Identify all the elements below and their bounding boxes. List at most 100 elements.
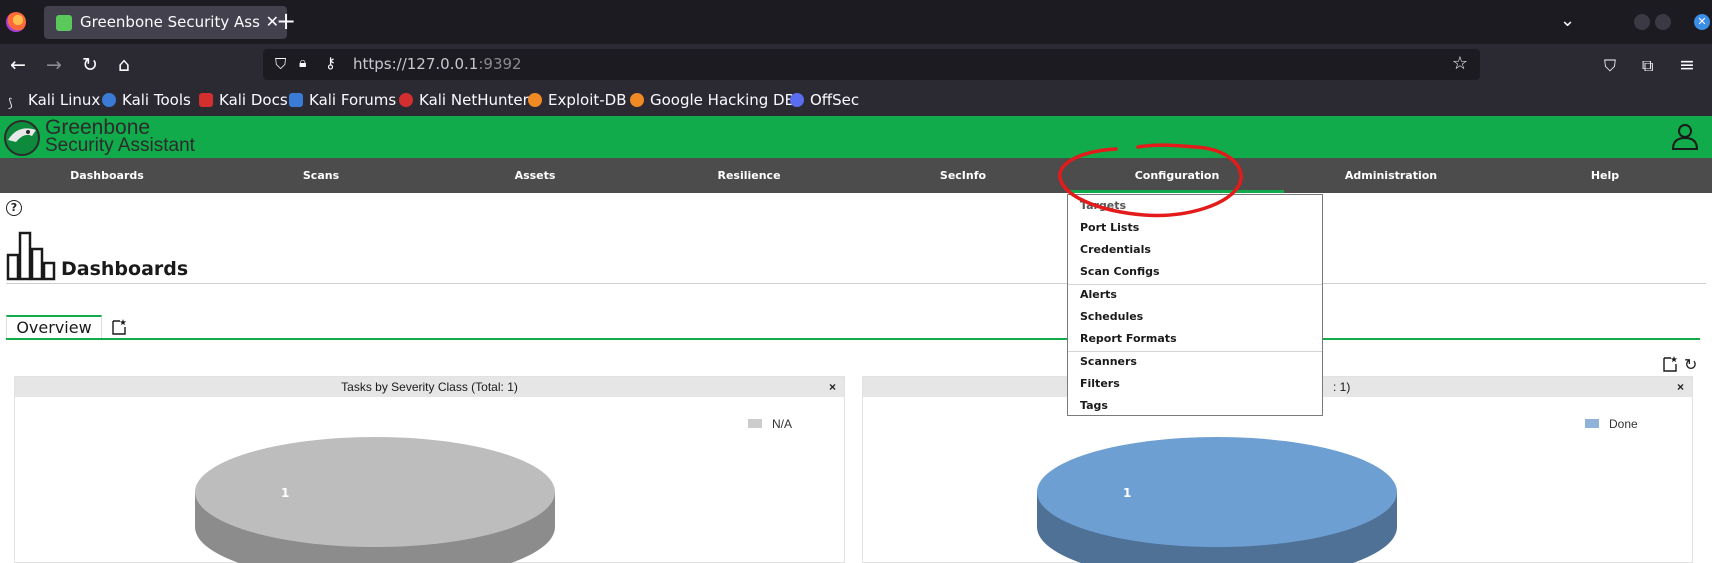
title-divider <box>6 283 1706 284</box>
key-icon[interactable]: ⚷ <box>325 54 336 72</box>
dropdown-item-schedules[interactable]: Schedules <box>1080 310 1143 323</box>
nethunter-icon <box>399 93 413 107</box>
menu-dashboards[interactable]: Dashboards <box>0 158 214 193</box>
dropdown-item-filters[interactable]: Filters <box>1080 377 1120 390</box>
dropdown-item-tags[interactable]: Tags <box>1080 399 1108 412</box>
pocket-icon[interactable]: ⛉ <box>1604 56 1616 76</box>
panel-title: Tasks by Severity Class (Total: 1) <box>341 380 518 394</box>
pie-slice-label: 1 <box>1123 486 1132 500</box>
bookmark-label: Google Hacking DB <box>650 91 795 109</box>
user-menu-icon[interactable] <box>1670 121 1700 151</box>
list-all-tabs-chevron-icon[interactable]: ⌄ <box>1560 10 1575 31</box>
offsec-icon <box>790 93 804 107</box>
menu-secinfo[interactable]: SecInfo <box>856 158 1070 193</box>
dropdown-item-scanners[interactable]: Scanners <box>1080 355 1137 368</box>
home-icon[interactable]: ⌂ <box>118 54 130 76</box>
exploit-db-icon <box>528 93 542 107</box>
browser-tab-gsa[interactable]: Greenbone Security Assistant ✕ <box>44 6 287 39</box>
greenbone-logo-icon[interactable] <box>2 118 42 156</box>
bookmark-google-hacking-db[interactable]: Google Hacking DB <box>630 91 795 109</box>
pie-chart-na[interactable] <box>193 435 557 563</box>
bookmarks-toolbar: ⟆ Kali Linux Kali Tools Kali Docs Kali Fo… <box>0 86 1712 116</box>
dropdown-separator <box>1068 284 1322 285</box>
url-port: :9392 <box>478 55 522 73</box>
menu-configuration[interactable]: Configuration <box>1070 158 1284 193</box>
kali-docs-icon <box>199 93 213 107</box>
minimize-window-icon[interactable] <box>1634 14 1650 30</box>
bookmark-kali-tools[interactable]: Kali Tools <box>102 91 191 109</box>
new-tab-icon[interactable]: + <box>276 9 296 33</box>
menu-hamburger-icon[interactable]: ≡ <box>1679 54 1695 76</box>
main-menu-bar: Dashboards Scans Assets Resilience SecIn… <box>0 158 1712 193</box>
menu-assets[interactable]: Assets <box>428 158 642 193</box>
page-title: Dashboards <box>61 258 189 280</box>
gsa-favicon-icon <box>56 15 72 31</box>
bookmark-offsec[interactable]: OffSec <box>790 91 859 109</box>
chart-legend: N/A <box>748 417 792 431</box>
dropdown-item-alerts[interactable]: Alerts <box>1080 288 1117 301</box>
reload-icon[interactable]: ↻ <box>82 54 98 76</box>
bookmark-label: Kali Docs <box>219 91 288 109</box>
help-icon[interactable]: ? <box>6 200 22 216</box>
back-arrow-icon[interactable]: ← <box>10 54 26 76</box>
new-dashboard-icon[interactable] <box>111 318 127 336</box>
menu-administration[interactable]: Administration <box>1284 158 1498 193</box>
browser-nav-bar: ← → ↻ ⌂ ⛉ 🔒︎ ⚷ https://127.0.0.1:9392 ☆ … <box>0 44 1712 86</box>
bookmark-kali-nethunter[interactable]: Kali NetHunter <box>399 91 529 109</box>
ghdb-icon <box>630 93 644 107</box>
reset-dashboard-icon[interactable]: ↻ <box>1684 355 1697 374</box>
close-window-icon[interactable]: ✕ <box>1694 14 1710 30</box>
configuration-dropdown: Targets Port Lists Credentials Scan Conf… <box>1067 194 1323 416</box>
maximize-window-icon[interactable] <box>1655 14 1671 30</box>
url-text[interactable]: https://127.0.0.1:9392 <box>353 55 522 73</box>
bookmark-label: Kali Forums <box>309 91 397 109</box>
forward-arrow-icon[interactable]: → <box>46 54 62 76</box>
panel-close-icon[interactable]: × <box>1677 377 1684 397</box>
kali-forums-icon <box>289 93 303 107</box>
lock-icon[interactable]: 🔒︎ <box>299 55 306 71</box>
bookmark-label: OffSec <box>810 91 860 109</box>
add-dashboard-display-icon[interactable] <box>1662 355 1678 373</box>
dropdown-item-targets[interactable]: Targets <box>1080 199 1126 212</box>
bookmark-kali-forums[interactable]: Kali Forums <box>289 91 396 109</box>
tracking-shield-icon[interactable]: ⛉ <box>275 55 286 73</box>
tab-title: Greenbone Security Assistant <box>80 13 260 31</box>
bookmark-exploit-db[interactable]: Exploit-DB <box>528 91 627 109</box>
gsa-header: Greenbone Security Assistant <box>0 116 1712 158</box>
dropdown-item-credentials[interactable]: Credentials <box>1080 243 1151 256</box>
menu-resilience[interactable]: Resilience <box>642 158 856 193</box>
panel-close-icon[interactable]: × <box>829 377 836 397</box>
bookmark-label: Kali Linux <box>28 91 101 109</box>
dropdown-item-scan-configs[interactable]: Scan Configs <box>1080 265 1160 278</box>
bookmark-label: Exploit-DB <box>548 91 627 109</box>
dropdown-item-port-lists[interactable]: Port Lists <box>1080 221 1139 234</box>
chart-legend: Done <box>1585 417 1638 431</box>
bookmark-label: Kali NetHunter <box>419 91 529 109</box>
dashboard-panel-tasks-severity: Tasks by Severity Class (Total: 1) × N/A… <box>14 376 845 563</box>
legend-label: Done <box>1609 417 1638 431</box>
kali-tools-icon <box>102 93 116 107</box>
url-host: https://127.0.0.1 <box>353 55 479 73</box>
dropdown-separator <box>1068 351 1322 352</box>
menu-scans[interactable]: Scans <box>214 158 428 193</box>
firefox-icon[interactable] <box>6 12 26 32</box>
bookmark-star-icon[interactable]: ☆ <box>1452 53 1468 74</box>
bookmark-kali-linux[interactable]: ⟆ Kali Linux <box>8 91 100 110</box>
panel-title-partial: : 1) <box>1333 380 1351 394</box>
menu-help[interactable]: Help <box>1498 158 1712 193</box>
browser-tab-bar: Greenbone Security Assistant ✕ + ⌄ ✕ <box>0 0 1712 44</box>
tabs-divider <box>6 338 1700 340</box>
app-title-line2: Security Assistant <box>45 135 195 156</box>
extensions-icon[interactable]: ⧉ <box>1642 56 1653 76</box>
bookmark-label: Kali Tools <box>122 91 191 109</box>
legend-swatch <box>1585 419 1599 428</box>
dashboard-bar-chart-icon <box>6 231 56 281</box>
kali-dragon-icon: ⟆ <box>8 96 22 110</box>
pie-slice-label: 1 <box>281 486 290 500</box>
pie-chart-done[interactable] <box>1035 435 1399 563</box>
panel-title-bar[interactable]: Tasks by Severity Class (Total: 1) × <box>15 377 844 397</box>
url-bar[interactable]: ⛉ 🔒︎ ⚷ https://127.0.0.1:9392 ☆ <box>263 49 1480 80</box>
tab-overview[interactable]: Overview <box>6 315 102 340</box>
dropdown-item-report-formats[interactable]: Report Formats <box>1080 332 1177 345</box>
bookmark-kali-docs[interactable]: Kali Docs <box>199 91 288 109</box>
